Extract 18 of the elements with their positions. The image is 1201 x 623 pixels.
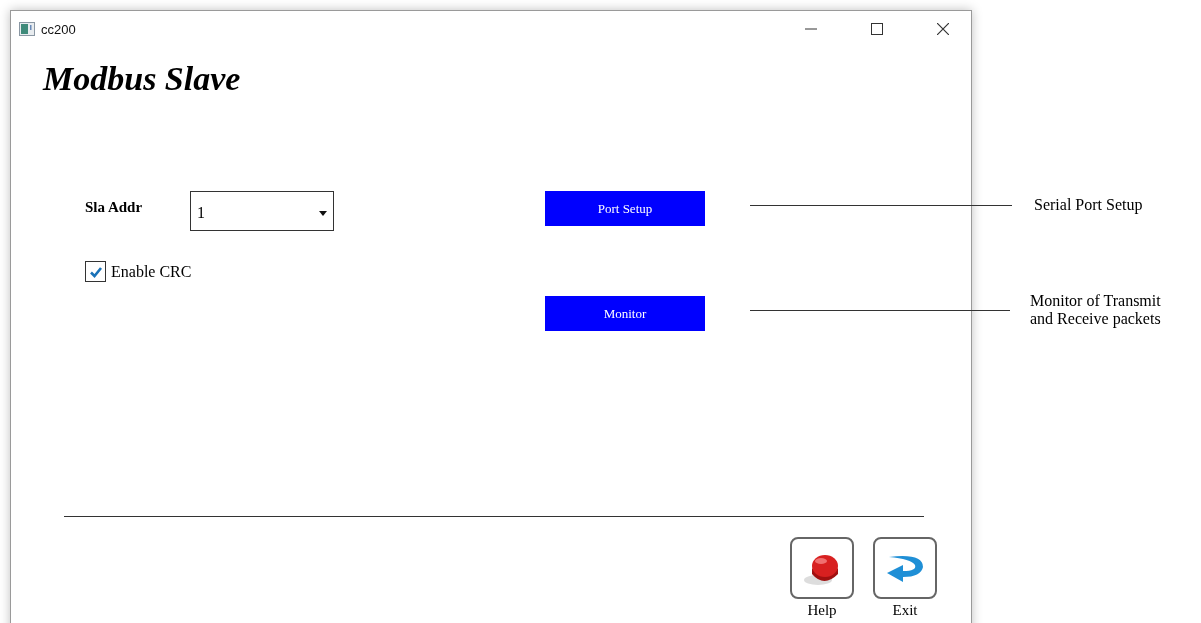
slave-address-dropdown[interactable]: 1	[190, 191, 334, 231]
close-icon[interactable]	[937, 23, 949, 35]
checkbox[interactable]	[85, 261, 106, 282]
maximize-icon[interactable]	[871, 23, 883, 35]
action-button[interactable]: Monitor	[545, 296, 705, 331]
callout-text: Monitor of Transmit and Receive packets	[1030, 292, 1161, 328]
callout-text: Serial Port Setup	[1034, 196, 1143, 214]
icon-button[interactable]	[873, 537, 937, 599]
button-caption: Exit	[892, 602, 918, 619]
app-heading: Modbus Slave	[43, 59, 241, 99]
app-icon	[19, 22, 35, 36]
dropdown-caret-icon	[319, 210, 327, 216]
slave-address-label: Sla Addr	[85, 199, 144, 216]
button-caption: Help	[807, 602, 837, 619]
icon-button[interactable]	[790, 537, 854, 599]
enable-crc-label: Enable CRC	[111, 262, 192, 281]
window-title: cc200	[41, 21, 76, 37]
action-button[interactable]: Port Setup	[545, 191, 705, 226]
